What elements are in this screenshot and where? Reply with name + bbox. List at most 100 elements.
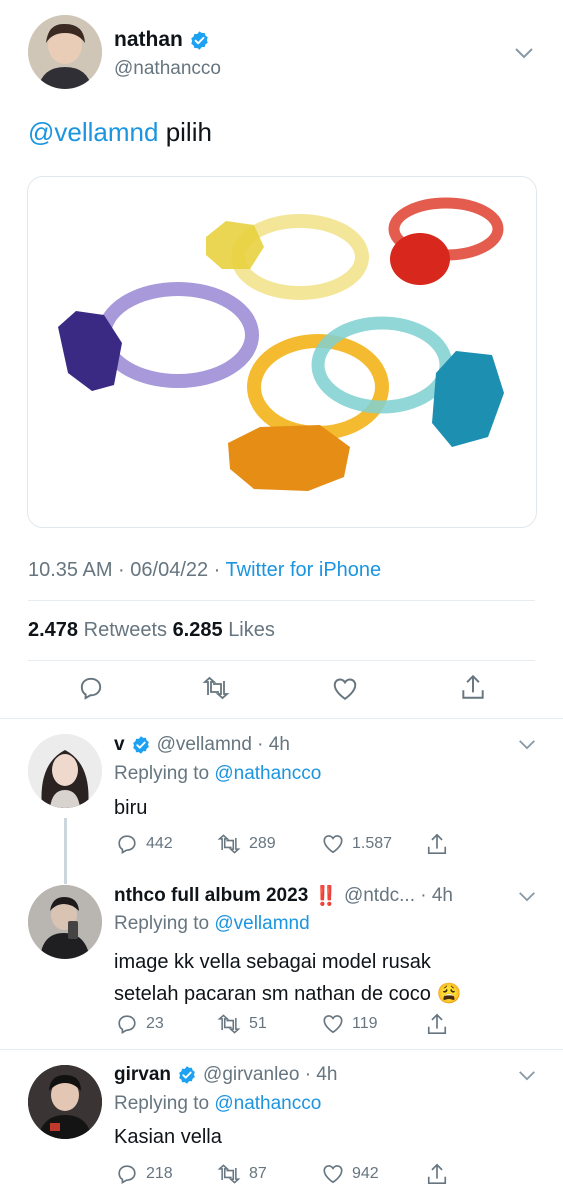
reply-handle-time[interactable]: @girvanleo · 4h bbox=[203, 1064, 337, 1086]
replying-to: Replying to @vellamnd bbox=[114, 913, 310, 935]
replying-to-link[interactable]: @nathancco bbox=[214, 763, 321, 784]
reply-text-line: image kk vella sebagai model rusak bbox=[114, 951, 431, 973]
retweet-icon bbox=[217, 834, 241, 854]
yellow-gem bbox=[206, 221, 264, 269]
tweet-meta: 10.35 AM · 06/04/22 · Twitter for iPhone bbox=[28, 559, 381, 582]
reply-icon bbox=[118, 835, 136, 854]
tweet-timestamp[interactable]: 10.35 AM · 06/04/22 · bbox=[28, 559, 220, 581]
reply-avatar-image bbox=[28, 885, 102, 959]
chevron-down-icon[interactable] bbox=[517, 890, 537, 903]
verified-badge-icon bbox=[132, 736, 149, 754]
tweet-source-link[interactable]: Twitter for iPhone bbox=[226, 559, 382, 581]
like-icon bbox=[323, 1015, 343, 1034]
likes-label: Likes bbox=[228, 619, 275, 641]
replying-to-link[interactable]: @vellamnd bbox=[214, 913, 309, 934]
chevron-down-icon[interactable] bbox=[517, 1069, 537, 1082]
author-avatar[interactable] bbox=[28, 15, 102, 89]
reply-icon[interactable] bbox=[78, 675, 104, 701]
reply-action[interactable]: 23 bbox=[116, 1013, 164, 1035]
reply-avatar[interactable] bbox=[28, 734, 102, 808]
reply-icon bbox=[118, 1165, 136, 1184]
orange-gem bbox=[228, 425, 350, 491]
reply-action[interactable]: 442 bbox=[116, 833, 173, 855]
retweet-icon[interactable] bbox=[202, 675, 230, 701]
author-handle[interactable]: @nathancco bbox=[114, 58, 221, 80]
replying-to-label: Replying to bbox=[114, 1093, 210, 1114]
retweet-count: 51 bbox=[249, 1015, 267, 1032]
likes-count: 6.285 bbox=[172, 619, 223, 641]
purple-ring bbox=[97, 282, 259, 388]
author-avatar-image bbox=[28, 15, 102, 89]
reply-count: 442 bbox=[146, 835, 173, 852]
reply-author-name[interactable]: girvan bbox=[114, 1064, 171, 1086]
reply-count: 23 bbox=[146, 1015, 164, 1032]
thread-line bbox=[64, 818, 67, 884]
like-count: 1.587 bbox=[352, 834, 393, 852]
retweet-icon bbox=[217, 1164, 241, 1184]
like-icon[interactable] bbox=[332, 676, 358, 701]
rings-image bbox=[58, 197, 504, 491]
reply-header: girvan @girvanleo · 4h bbox=[114, 1064, 337, 1086]
retweets-label: Retweets bbox=[83, 619, 167, 641]
verified-badge-icon bbox=[179, 1066, 195, 1084]
like-icon bbox=[323, 835, 343, 854]
tweet-media[interactable] bbox=[27, 176, 537, 528]
reply-avatar-image bbox=[28, 734, 102, 808]
reply-text: image kk vella sebagai model rusak setel… bbox=[114, 946, 461, 1010]
author-name-row: nathan bbox=[114, 28, 210, 52]
reply-header: nthco full album 2023 ‼️ @ntdc... · 4h bbox=[114, 884, 453, 908]
reply-action[interactable]: 218 bbox=[116, 1163, 173, 1185]
retweets-stat[interactable]: 2.478 Retweets bbox=[28, 619, 167, 641]
replying-to: Replying to @nathancco bbox=[114, 1093, 321, 1115]
tweet-text: @vellamnd pilih bbox=[28, 117, 212, 148]
like-icon bbox=[323, 1165, 343, 1184]
tweet-text-body: pilih bbox=[165, 117, 212, 147]
reply-handle-time[interactable]: @vellamnd · 4h bbox=[157, 734, 290, 756]
reply-avatar[interactable] bbox=[28, 1065, 102, 1139]
share-icon[interactable] bbox=[426, 832, 448, 856]
chevron-down-icon[interactable] bbox=[513, 46, 535, 60]
reply-avatar-image bbox=[28, 1065, 102, 1139]
share-icon[interactable] bbox=[460, 673, 486, 701]
red-gem bbox=[390, 233, 450, 285]
retweets-count: 2.478 bbox=[28, 619, 79, 641]
verified-badge-icon bbox=[191, 30, 208, 50]
reply-avatar[interactable] bbox=[28, 885, 102, 959]
retweet-icon bbox=[217, 1014, 241, 1034]
reply-text-line-content: setelah pacaran sm nathan de coco bbox=[114, 983, 431, 1005]
likes-stat[interactable]: 6.285 Likes bbox=[173, 619, 275, 641]
tweet-mention-link[interactable]: @vellamnd bbox=[28, 117, 158, 147]
like-action[interactable]: 942 bbox=[322, 1163, 379, 1184]
like-action[interactable]: 119 bbox=[322, 1013, 378, 1034]
replying-to-label: Replying to bbox=[114, 913, 210, 934]
replying-to-link[interactable]: @nathancco bbox=[214, 1093, 321, 1114]
reply-icon bbox=[118, 1015, 136, 1034]
divider bbox=[28, 600, 535, 601]
chevron-down-icon[interactable] bbox=[517, 738, 537, 751]
author-name-marks: ‼️ bbox=[314, 886, 338, 907]
retweet-action[interactable]: 87 bbox=[217, 1163, 267, 1185]
reply-text-line: setelah pacaran sm nathan de coco 😩 bbox=[114, 978, 461, 1010]
reply-text: biru bbox=[114, 797, 148, 819]
like-action[interactable]: 1.587 bbox=[322, 833, 392, 854]
weary-face-emoji: 😩 bbox=[436, 983, 462, 1005]
retweet-count: 289 bbox=[249, 835, 276, 852]
reply-author-name[interactable]: nthco full album 2023 bbox=[114, 885, 308, 907]
divider bbox=[28, 660, 535, 661]
retweet-action[interactable]: 289 bbox=[217, 833, 276, 855]
reply-text: Kasian vella bbox=[114, 1126, 222, 1148]
like-count: 119 bbox=[352, 1014, 378, 1032]
divider bbox=[0, 1049, 563, 1050]
author-name[interactable]: nathan bbox=[114, 28, 183, 52]
reply-handle-time[interactable]: @ntdc... · 4h bbox=[344, 885, 453, 907]
retweet-count: 87 bbox=[249, 1165, 267, 1182]
tweet-stats: 2.478 Retweets 6.285 Likes bbox=[28, 619, 275, 642]
reply-author-name[interactable]: v bbox=[114, 734, 125, 756]
replying-to-label: Replying to bbox=[114, 763, 210, 784]
reply-count: 218 bbox=[146, 1165, 173, 1182]
like-count: 942 bbox=[352, 1164, 379, 1182]
share-icon[interactable] bbox=[426, 1162, 448, 1186]
share-icon[interactable] bbox=[426, 1012, 448, 1036]
retweet-action[interactable]: 51 bbox=[217, 1013, 267, 1035]
divider bbox=[0, 718, 563, 719]
